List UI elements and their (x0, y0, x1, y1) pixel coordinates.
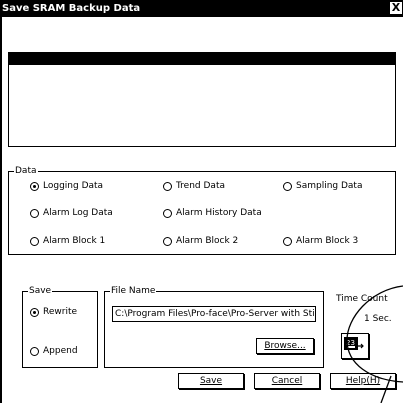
radio-button-icon (163, 236, 172, 246)
title-bar: Save SRAM Backup Data (0, 0, 403, 17)
browse-button[interactable]: Browse... (256, 338, 314, 354)
file-path-input[interactable]: C:\Program Files\Pro-face\Pro-Server wit… (112, 306, 316, 322)
radio-label: Alarm Log Data (43, 208, 113, 218)
browse-button-label: Browse... (264, 341, 306, 351)
radio-button-icon (30, 181, 39, 191)
radio-alarm-block-1[interactable]: Alarm Block 1 (30, 235, 105, 247)
radio-button-icon (30, 346, 39, 356)
window-frame-left (0, 17, 2, 403)
list-header (9, 53, 395, 65)
save-button-label: Save (199, 376, 223, 386)
radio-label: Logging Data (43, 181, 104, 191)
radio-label: Alarm Block 2 (176, 236, 239, 246)
radio-button-icon (30, 307, 39, 317)
radio-append[interactable]: Append (30, 345, 78, 357)
radio-button-icon (163, 181, 172, 191)
radio-label: Trend Data (176, 181, 225, 191)
window-title: Save SRAM Backup Data (2, 3, 141, 14)
radio-alarm-block-2[interactable]: Alarm Block 2 (163, 235, 238, 247)
radio-label: Rewrite (43, 307, 78, 317)
radio-rewrite[interactable]: Rewrite (30, 306, 77, 318)
radio-trend-data[interactable]: Trend Data (163, 180, 225, 192)
radio-button-icon (283, 181, 292, 191)
cancel-button[interactable]: Cancel (254, 373, 320, 389)
data-group-legend: Data (14, 166, 38, 176)
callout-circle-icon (346, 285, 403, 403)
close-button[interactable]: X (389, 1, 403, 15)
file-name-legend: File Name (110, 286, 157, 296)
save-group-legend: Save (28, 286, 53, 296)
radio-button-icon (30, 208, 39, 218)
radio-label: Append (43, 346, 78, 356)
file-name-group (104, 291, 324, 368)
radio-logging-data[interactable]: Logging Data (30, 180, 103, 192)
radio-alarm-block-3[interactable]: Alarm Block 3 (283, 235, 358, 247)
radio-button-icon (283, 236, 292, 246)
backup-data-list[interactable] (8, 52, 396, 147)
radio-label: Alarm Block 3 (296, 236, 359, 246)
radio-label: Alarm Block 1 (43, 236, 106, 246)
radio-button-icon (163, 208, 172, 218)
radio-button-icon (30, 236, 39, 246)
cancel-button-label: Cancel (271, 376, 303, 386)
radio-label: Alarm History Data (176, 208, 262, 218)
radio-label: Sampling Data (296, 181, 363, 191)
radio-alarm-log-data[interactable]: Alarm Log Data (30, 207, 113, 219)
radio-alarm-history-data[interactable]: Alarm History Data (163, 207, 262, 219)
save-button[interactable]: Save (178, 373, 244, 389)
radio-sampling-data[interactable]: Sampling Data (283, 180, 362, 192)
